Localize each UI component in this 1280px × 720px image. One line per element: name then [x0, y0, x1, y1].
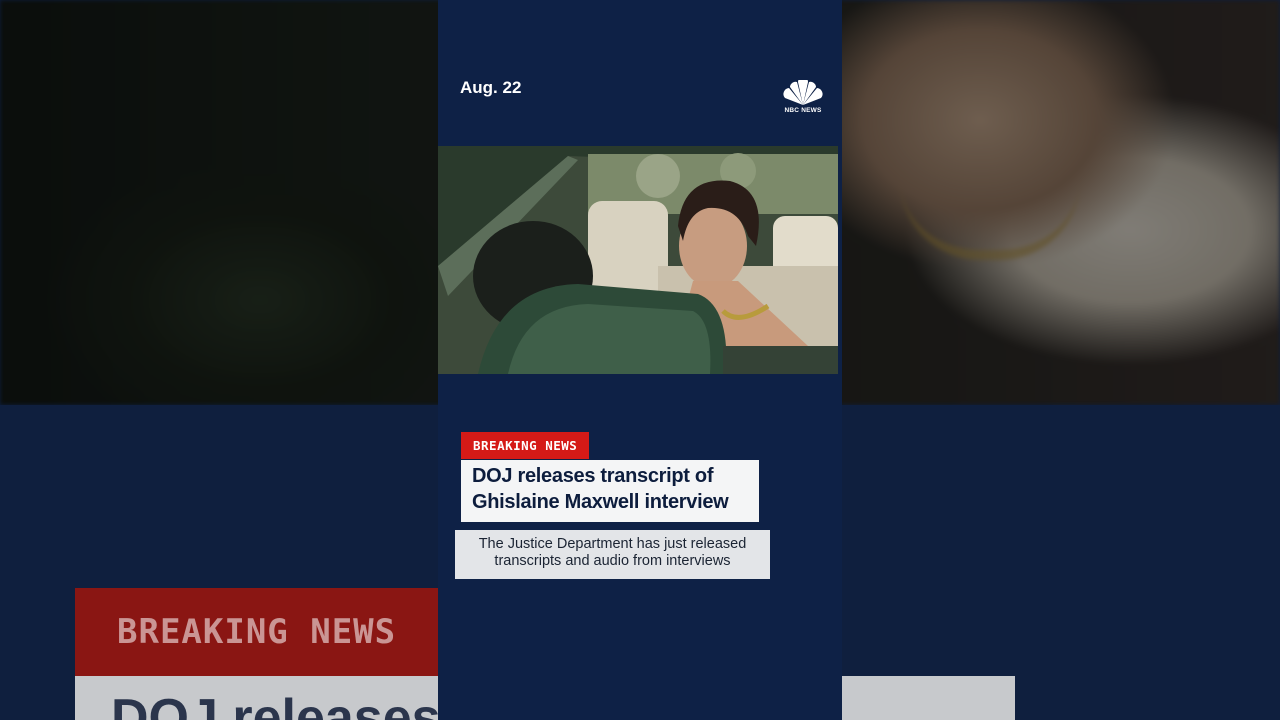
caption-text: The Justice Department has just released…: [455, 530, 770, 579]
background-breaking-tag-text: BREAKING NEWS: [117, 612, 397, 652]
news-photo-illustration: [438, 146, 838, 374]
background-necklace-shape: [900, 180, 1080, 260]
nbc-news-logo: NBC NEWS: [781, 77, 825, 116]
headline-line-2: Ghislaine Maxwell interview: [472, 491, 729, 513]
headline-box: DOJ releases transcript of Ghislaine Max…: [461, 460, 759, 522]
headline-line-1: DOJ releases transcript of: [472, 465, 714, 487]
nbc-peacock-icon: [783, 77, 823, 105]
video-card[interactable]: Aug. 22 NBC NEWS BREAKING NEWS DOJ relea…: [438, 0, 842, 720]
date-label: Aug. 22: [460, 78, 522, 97]
background-breaking-tag: BREAKING NEWS: [75, 588, 475, 676]
news-photo: [438, 146, 838, 374]
breaking-news-tag: BREAKING NEWS: [461, 432, 590, 459]
nbc-news-logo-text: NBC NEWS: [784, 107, 822, 114]
